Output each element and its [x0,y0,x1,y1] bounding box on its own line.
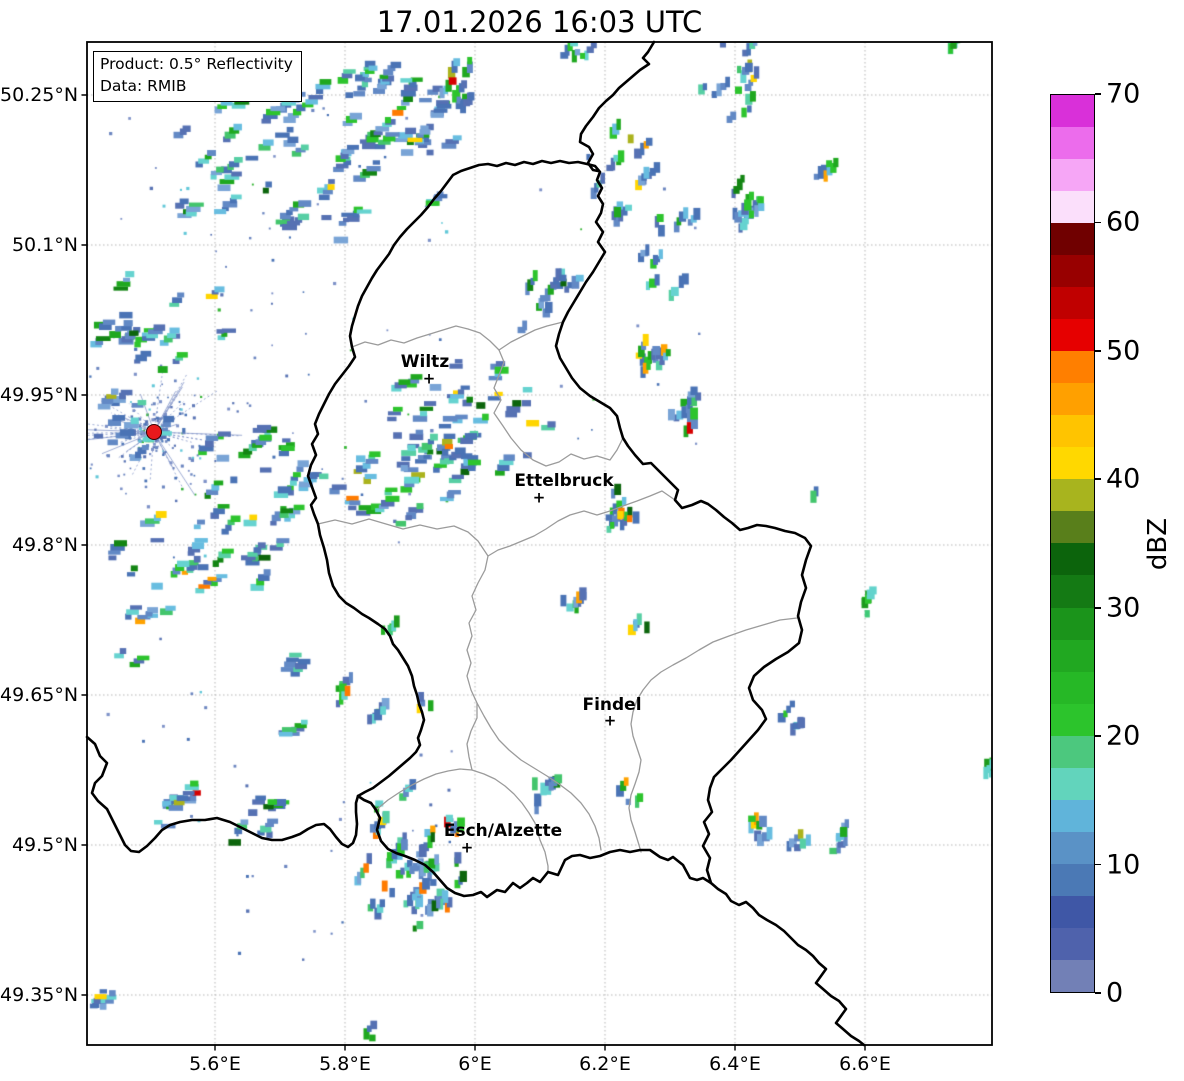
colorbar-tick-label: 40 [1106,463,1141,495]
colorbar-segment [1051,191,1094,224]
lat-tick-label: 49.95°N [0,384,79,406]
district-border [498,321,564,351]
colorbar-segment [1051,927,1094,960]
colorbar-segment [1051,831,1094,864]
colorbar-segment [1051,383,1094,416]
product-info-box: Product: 0.5° Reflectivity Data: RMIB [93,51,302,102]
country-border [578,40,656,173]
radar-site-marker [146,424,162,440]
colorbar-segment [1051,607,1094,640]
colorbar-tick-mark [1095,478,1101,481]
colorbar-segment [1051,959,1094,992]
product-info-line1: Product: 0.5° Reflectivity [100,55,293,73]
colorbar-segment [1051,767,1094,800]
map-frame [86,41,993,1046]
lon-tick-label: 5.8°E [319,1053,371,1075]
colorbar-tick-label: 30 [1106,592,1141,624]
colorbar-tick-label: 70 [1106,78,1141,110]
border-layer [81,40,993,1051]
country-border [306,159,813,899]
city-marker-icon: + [532,488,546,507]
lat-tick-label: 50.25°N [0,84,79,106]
colorbar-segment [1051,447,1094,480]
reflectivity-colorbar [1050,94,1095,993]
colorbar-segment [1051,575,1094,608]
lat-tick-label: 49.8°N [11,534,78,556]
colorbar-segment [1051,255,1094,288]
lon-tick-label: 5.6°E [189,1053,241,1075]
lon-tick-label: 6.2°E [579,1053,631,1075]
colorbar-segment [1051,127,1094,160]
colorbar-segment [1051,543,1094,576]
city-marker-icon: + [603,711,617,730]
lat-tick-label: 49.35°N [0,984,79,1006]
colorbar-segment [1051,287,1094,320]
colorbar-tick-label: 20 [1106,720,1141,752]
colorbar-segment [1051,703,1094,736]
colorbar-tick-mark [1095,992,1101,994]
colorbar-tick-label: 60 [1106,206,1141,238]
district-border [317,518,602,851]
colorbar-tick-mark [1095,221,1101,224]
country-border [709,881,866,1047]
lat-tick-label: 49.65°N [0,684,79,706]
colorbar-segment [1051,735,1094,768]
colorbar-segment [1051,95,1094,128]
colorbar-segment [1051,511,1094,544]
colorbar-segment [1051,863,1094,896]
colorbar-segment [1051,895,1094,928]
lat-tick-label: 49.5°N [11,834,78,856]
city-marker-icon: + [460,838,474,857]
colorbar-axis-label: dBZ [1143,517,1173,570]
colorbar-tick-label: 50 [1106,335,1141,367]
district-border [466,702,478,771]
district-border [351,325,624,467]
city-label: Ettelbruck [514,471,614,491]
colorbar-tick-label: 10 [1106,849,1141,881]
colorbar-tick-label: 0 [1106,977,1124,1009]
colorbar-segment [1051,415,1094,448]
colorbar-tick-mark [1095,93,1101,95]
district-border [487,490,676,557]
country-border [85,735,360,854]
lon-tick-label: 6.6°E [839,1053,891,1075]
radar-map: Product: 0.5° Reflectivity Data: RMIB Wi… [81,40,993,1051]
lat-tick-label: 50.1°N [11,234,78,256]
page-title: 17.01.2026 16:03 UTC [376,5,703,39]
colorbar-tick-mark [1095,735,1101,737]
colorbar-tick-mark [1095,606,1101,609]
lon-tick-label: 6°E [458,1053,492,1075]
colorbar-segment [1051,223,1094,256]
colorbar-segment [1051,799,1094,832]
colorbar-segment [1051,479,1094,512]
colorbar-segment [1051,159,1094,192]
lon-tick-label: 6.4°E [709,1053,761,1075]
colorbar-segment [1051,351,1094,384]
colorbar-segment [1051,319,1094,352]
colorbar-tick-mark [1095,350,1101,352]
colorbar-tick-mark [1095,863,1101,866]
product-info-line2: Data: RMIB [100,77,187,96]
colorbar-segment [1051,671,1094,704]
radar-figure: 17.01.2026 16:03 UTC Product: 0.5° Refle… [0,0,1184,1081]
colorbar-segment [1051,639,1094,672]
city-marker-icon: + [422,369,436,388]
district-border [628,617,798,853]
